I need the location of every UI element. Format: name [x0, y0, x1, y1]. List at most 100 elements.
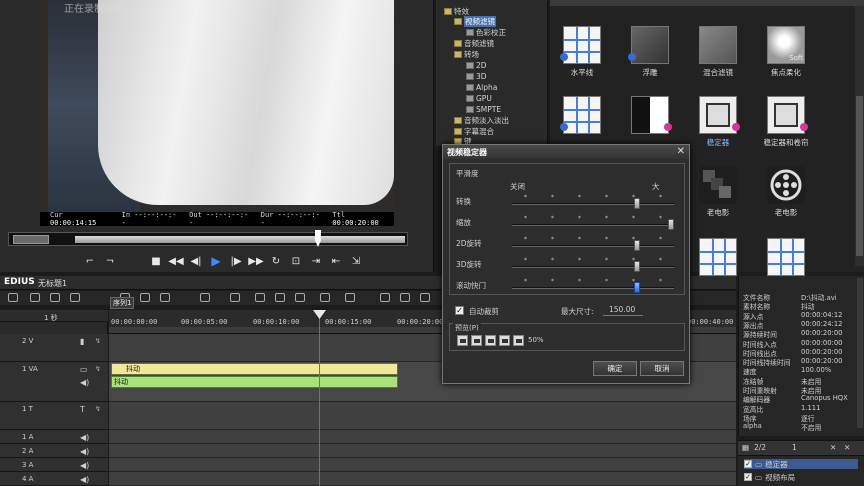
- shuttle-knob[interactable]: [13, 235, 49, 244]
- title-icon[interactable]: T: [80, 405, 85, 414]
- preview-mode-5-icon[interactable]: [513, 335, 524, 346]
- fx-thumb-row4b[interactable]: [748, 238, 824, 276]
- track-lock-icon[interactable]: ▮: [80, 337, 84, 346]
- slider-track[interactable]: [512, 203, 674, 205]
- sync-icon[interactable]: [230, 293, 240, 302]
- paste-icon[interactable]: [295, 293, 305, 302]
- save-icon[interactable]: [160, 293, 170, 302]
- scrub-track[interactable]: [75, 236, 405, 243]
- mark-in-icon[interactable]: ⌐: [82, 253, 98, 269]
- effect-item-stabilizer[interactable]: ✓ ▭ 稳定器: [744, 459, 858, 469]
- fast-forward-icon[interactable]: ▶▶: [248, 253, 264, 269]
- slider-track[interactable]: [512, 287, 674, 289]
- fx-soft-focus[interactable]: Soft 焦点柔化: [748, 26, 824, 78]
- checkbox[interactable]: ✓: [744, 473, 752, 481]
- tree-item-title-mix[interactable]: 字幕混合: [454, 126, 494, 136]
- track-2v[interactable]: 2 V ▮ ↯: [0, 334, 108, 362]
- rewind-icon[interactable]: ◀◀: [168, 253, 184, 269]
- track-1a[interactable]: 1 A ◀): [0, 430, 108, 444]
- effect-item-video-layout[interactable]: ✓ ▭ 视频布局: [744, 472, 795, 482]
- fx-stabilizer[interactable]: 稳定器: [680, 96, 756, 148]
- slider-track[interactable]: [512, 224, 674, 226]
- checkbox[interactable]: ✓: [744, 460, 752, 468]
- marker-icon[interactable]: [420, 293, 430, 302]
- lane-3a[interactable]: [109, 458, 736, 472]
- slider-track[interactable]: [512, 266, 674, 268]
- slider-track[interactable]: [512, 245, 674, 247]
- loop-icon[interactable]: ↻: [268, 253, 284, 269]
- slider-thumb[interactable]: [633, 282, 640, 293]
- track-sync-icon[interactable]: ↯: [95, 405, 101, 413]
- fx-horizontal-lines[interactable]: 水平线: [544, 26, 620, 78]
- tree-item-audio-filters[interactable]: 音频滤镜: [454, 38, 494, 48]
- cursor-tool-icon[interactable]: [8, 293, 18, 302]
- speaker-icon[interactable]: ◀): [80, 433, 89, 442]
- slider-thumb[interactable]: [668, 219, 674, 230]
- preview-mode-4-icon[interactable]: [499, 335, 510, 346]
- undo-icon[interactable]: [380, 293, 390, 302]
- scissors-icon[interactable]: [255, 293, 265, 302]
- speaker-icon[interactable]: ◀): [80, 378, 89, 387]
- scroll-thumb[interactable]: [856, 96, 863, 256]
- palette-scrollbar[interactable]: [855, 6, 864, 266]
- ok-button[interactable]: 确定: [593, 361, 637, 376]
- close-icon[interactable]: ✕: [830, 443, 836, 452]
- fx-grid-2[interactable]: [544, 96, 620, 137]
- preview-mode-1-icon[interactable]: [457, 335, 468, 346]
- step-forward-icon[interactable]: |▶: [228, 253, 244, 269]
- split-icon[interactable]: [345, 293, 355, 302]
- play-icon[interactable]: ▶: [208, 253, 224, 269]
- auto-crop-checkbox[interactable]: ✓: [455, 306, 464, 315]
- tree-item-effects[interactable]: 特效: [444, 6, 469, 16]
- tree-item-gpu[interactable]: GPU: [466, 93, 492, 103]
- fx-thumb-row4a[interactable]: [680, 238, 756, 276]
- slider-thumb[interactable]: [633, 198, 640, 209]
- track-sync-icon[interactable]: ↯: [95, 337, 101, 345]
- copy-icon[interactable]: [275, 293, 285, 302]
- slider-thumb[interactable]: [633, 261, 640, 272]
- delete-icon[interactable]: [320, 293, 330, 302]
- slider-thumb[interactable]: [633, 240, 640, 251]
- tab-sequence[interactable]: 序列1: [110, 297, 134, 309]
- scrub-head[interactable]: [315, 230, 321, 247]
- track-2a[interactable]: 2 A ◀): [0, 444, 108, 458]
- group-tool-icon[interactable]: [70, 293, 80, 302]
- insert-icon[interactable]: ⇥: [308, 253, 324, 269]
- tree-item-smpte[interactable]: SMPTE: [466, 104, 501, 114]
- redo-icon[interactable]: [400, 293, 410, 302]
- tree-item-audio-fade[interactable]: 音频淡入淡出: [454, 115, 509, 125]
- step-back-icon[interactable]: ◀|: [188, 253, 204, 269]
- max-size-input[interactable]: 150.00: [603, 304, 643, 316]
- track-3a[interactable]: 3 A ◀): [0, 458, 108, 472]
- lane-2a[interactable]: [109, 444, 736, 458]
- link-tool-icon[interactable]: [50, 293, 60, 302]
- tree-item-color-correction[interactable]: 色彩校正: [466, 27, 506, 37]
- close-icon[interactable]: ✕: [677, 146, 685, 157]
- ripple-icon[interactable]: [200, 293, 210, 302]
- track-sync-icon[interactable]: ↯: [95, 365, 101, 373]
- export-icon[interactable]: ⇲: [348, 253, 364, 269]
- fx-old-film-reel[interactable]: 老电影: [748, 166, 824, 218]
- preview-mode-3-icon[interactable]: [485, 335, 496, 346]
- stop-icon[interactable]: ■: [148, 253, 164, 269]
- fx-half-contrast[interactable]: [612, 96, 688, 137]
- open-icon[interactable]: [140, 293, 150, 302]
- cancel-button[interactable]: 取消: [640, 361, 684, 376]
- preview-scrubber[interactable]: [8, 230, 408, 247]
- fx-blend-filter[interactable]: 混合滤镜: [680, 26, 756, 78]
- delete-icon[interactable]: ✕: [844, 443, 850, 452]
- fx-emboss[interactable]: 浮雕: [612, 26, 688, 78]
- video-clip[interactable]: 抖动: [111, 363, 398, 375]
- speaker-icon[interactable]: ◀): [80, 447, 89, 456]
- video-icon[interactable]: ▭: [80, 365, 88, 374]
- output-icon[interactable]: ⊡: [288, 253, 304, 269]
- track-4a[interactable]: 4 A ◀): [0, 472, 108, 486]
- tree-item-video-filters[interactable]: 视频滤镜: [454, 15, 496, 27]
- audio-clip[interactable]: 抖动: [111, 376, 398, 388]
- zoom-label[interactable]: 1 秒: [44, 313, 58, 323]
- track-1t[interactable]: 1 T T ↯: [0, 402, 108, 430]
- speaker-icon[interactable]: ◀): [80, 475, 89, 484]
- tree-item-alpha[interactable]: Alpha: [466, 82, 497, 92]
- cut-tool-icon[interactable]: [30, 293, 40, 302]
- tree-item-2d[interactable]: 2D: [466, 60, 487, 70]
